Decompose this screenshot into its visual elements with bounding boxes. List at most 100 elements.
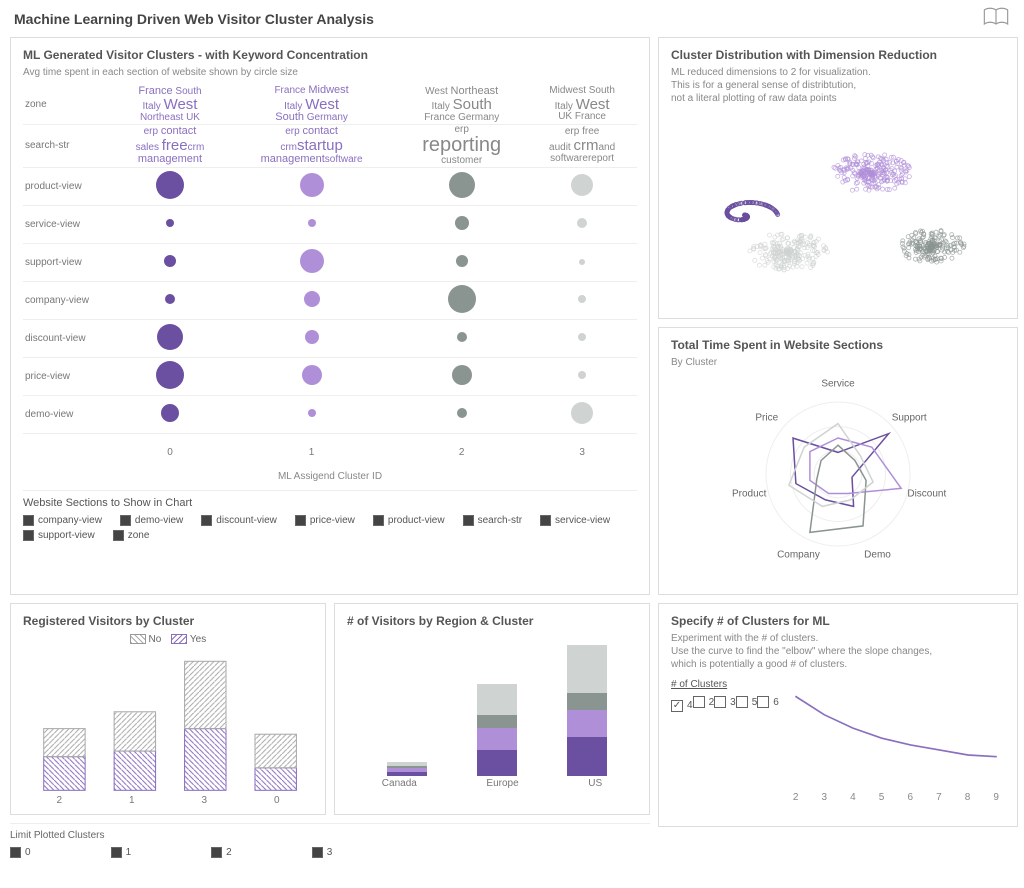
x-tick: 2: [56, 795, 62, 806]
row-label: price-view: [23, 357, 113, 395]
bubble-grid: zone France SouthItaly WestNortheast UK …: [23, 85, 637, 471]
bubble-cell: [227, 319, 396, 357]
radar-title: Total Time Spent in Website Sections: [671, 338, 1005, 352]
radar-axis-label: Demo: [864, 550, 891, 561]
row-label: company-view: [23, 281, 113, 319]
radar-axis-label: Price: [755, 412, 778, 423]
cluster-keyword-title: ML Generated Visitor Clusters - with Key…: [23, 48, 637, 62]
cluster-count-5[interactable]: 5: [736, 696, 758, 708]
bubble-cell: [396, 243, 527, 281]
bubble-cell: [227, 281, 396, 319]
bubble-cell: [227, 357, 396, 395]
x-tick: 2: [793, 792, 799, 803]
radar-axis-label: Company: [777, 550, 820, 561]
bubble-cell: [227, 243, 396, 281]
row-label: service-view: [23, 205, 113, 243]
wordcloud-search-2: erpreportingcustomer: [396, 124, 527, 167]
row-label: zone: [23, 85, 113, 124]
x-tick: 5: [879, 792, 885, 803]
registered-panel: Registered Visitors by Cluster No Yes 2 1…: [10, 603, 326, 815]
radar-axis-label: Service: [821, 379, 854, 390]
registered-title: Registered Visitors by Cluster: [23, 614, 313, 628]
radar-subtitle: By Cluster: [671, 356, 1005, 369]
bubble-cell: [113, 281, 227, 319]
limit-cluster-1[interactable]: 1: [111, 847, 132, 858]
wordcloud-search-1: erp contactcrmstartupmanagementsoftware: [227, 124, 396, 167]
limit-clusters-bar: Limit Plotted Clusters 0 1 2 3: [10, 823, 650, 858]
elbow-panel: Specify # of Clusters for ML Experiment …: [658, 603, 1018, 827]
bubble-cell: [396, 395, 527, 433]
elbow-note: Experiment with the # of clusters. Use t…: [671, 632, 1005, 671]
limit-title: Limit Plotted Clusters: [10, 830, 650, 841]
x-tick: Europe: [486, 778, 518, 789]
bubble-cell: [227, 395, 396, 433]
limit-cluster-3[interactable]: 3: [312, 847, 333, 858]
x-tick: Canada: [382, 778, 417, 789]
limit-cluster-2[interactable]: 2: [211, 847, 232, 858]
filter-discount-view[interactable]: discount-view: [201, 515, 277, 526]
filter-demo-view[interactable]: demo-view: [120, 515, 183, 526]
filter-support-view[interactable]: support-view: [23, 530, 95, 541]
filter-zone[interactable]: zone: [113, 530, 150, 541]
row-label: support-view: [23, 243, 113, 281]
cluster-keyword-subtitle: Avg time spent in each section of websit…: [23, 66, 637, 79]
region-panel: # of Visitors by Region & Cluster Canada…: [334, 603, 650, 815]
cluster-count-2[interactable]: 2: [693, 696, 715, 708]
wordcloud-zone-1: France MidwestItaly WestSouth Germany: [227, 85, 396, 124]
row-label: demo-view: [23, 395, 113, 433]
bubble-cell: [527, 357, 637, 395]
x-tick: 3: [527, 433, 637, 471]
x-tick: 2: [396, 433, 527, 471]
cluster-count-6[interactable]: 6: [757, 696, 779, 708]
bubble-cell: [113, 319, 227, 357]
registered-legend: No Yes: [23, 634, 313, 645]
radar-panel: Total Time Spent in Website Sections By …: [658, 327, 1018, 595]
bubble-cell: [527, 319, 637, 357]
cluster-count-3[interactable]: 3: [714, 696, 736, 708]
bubble-cell: [527, 205, 637, 243]
bubble-cell: [396, 357, 527, 395]
bubble-cell: [113, 395, 227, 433]
bubble-cell: [527, 167, 637, 205]
bubble-cell: [113, 357, 227, 395]
scatter-panel: Cluster Distribution with Dimension Redu…: [658, 37, 1018, 319]
radar-axis-label: Product: [732, 489, 766, 500]
elbow-title: Specify # of Clusters for ML: [671, 614, 1005, 628]
x-axis-label: ML Assigend Cluster ID: [23, 471, 637, 482]
section-filter-title: Website Sections to Show in Chart: [23, 490, 637, 509]
x-tick: 3: [201, 795, 207, 806]
cluster-keyword-panel: ML Generated Visitor Clusters - with Key…: [10, 37, 650, 595]
x-tick: 6: [907, 792, 913, 803]
bubble-cell: [396, 205, 527, 243]
page-title: Machine Learning Driven Web Visitor Clus…: [14, 11, 374, 27]
wordcloud-zone-0: France SouthItaly WestNortheast UK: [113, 85, 227, 124]
scatter-note: ML reduced dimensions to 2 for visualiza…: [671, 66, 1005, 105]
x-tick: 0: [274, 795, 280, 806]
radar-axis-label: Discount: [907, 489, 946, 500]
bubble-cell: [113, 167, 227, 205]
row-label: search-str: [23, 124, 113, 167]
x-tick: 8: [965, 792, 971, 803]
wordcloud-zone-3: Midwest SouthItaly WestUK France: [527, 85, 637, 124]
bubble-cell: [527, 281, 637, 319]
row-label: discount-view: [23, 319, 113, 357]
wordcloud-search-3: erp freeaudit crmandsoftwarereport: [527, 124, 637, 167]
x-tick: 1: [129, 795, 135, 806]
filter-product-view[interactable]: product-view: [373, 515, 445, 526]
x-tick: 4: [850, 792, 856, 803]
limit-cluster-0[interactable]: 0: [10, 847, 31, 858]
bubble-cell: [396, 319, 527, 357]
filter-service-view[interactable]: service-view: [540, 515, 610, 526]
filter-price-view[interactable]: price-view: [295, 515, 355, 526]
x-tick: US: [588, 778, 602, 789]
cluster-count-4[interactable]: ✓4: [671, 700, 693, 712]
bubble-cell: [527, 395, 637, 433]
bubble-cell: [113, 243, 227, 281]
x-tick: 9: [993, 792, 999, 803]
filter-search-str[interactable]: search-str: [463, 515, 522, 526]
filter-company-view[interactable]: company-view: [23, 515, 102, 526]
bubble-cell: [227, 167, 396, 205]
wordcloud-search-0: erp contactsales freecrmmanagement: [113, 124, 227, 167]
guide-icon[interactable]: [982, 6, 1010, 31]
bubble-cell: [113, 205, 227, 243]
